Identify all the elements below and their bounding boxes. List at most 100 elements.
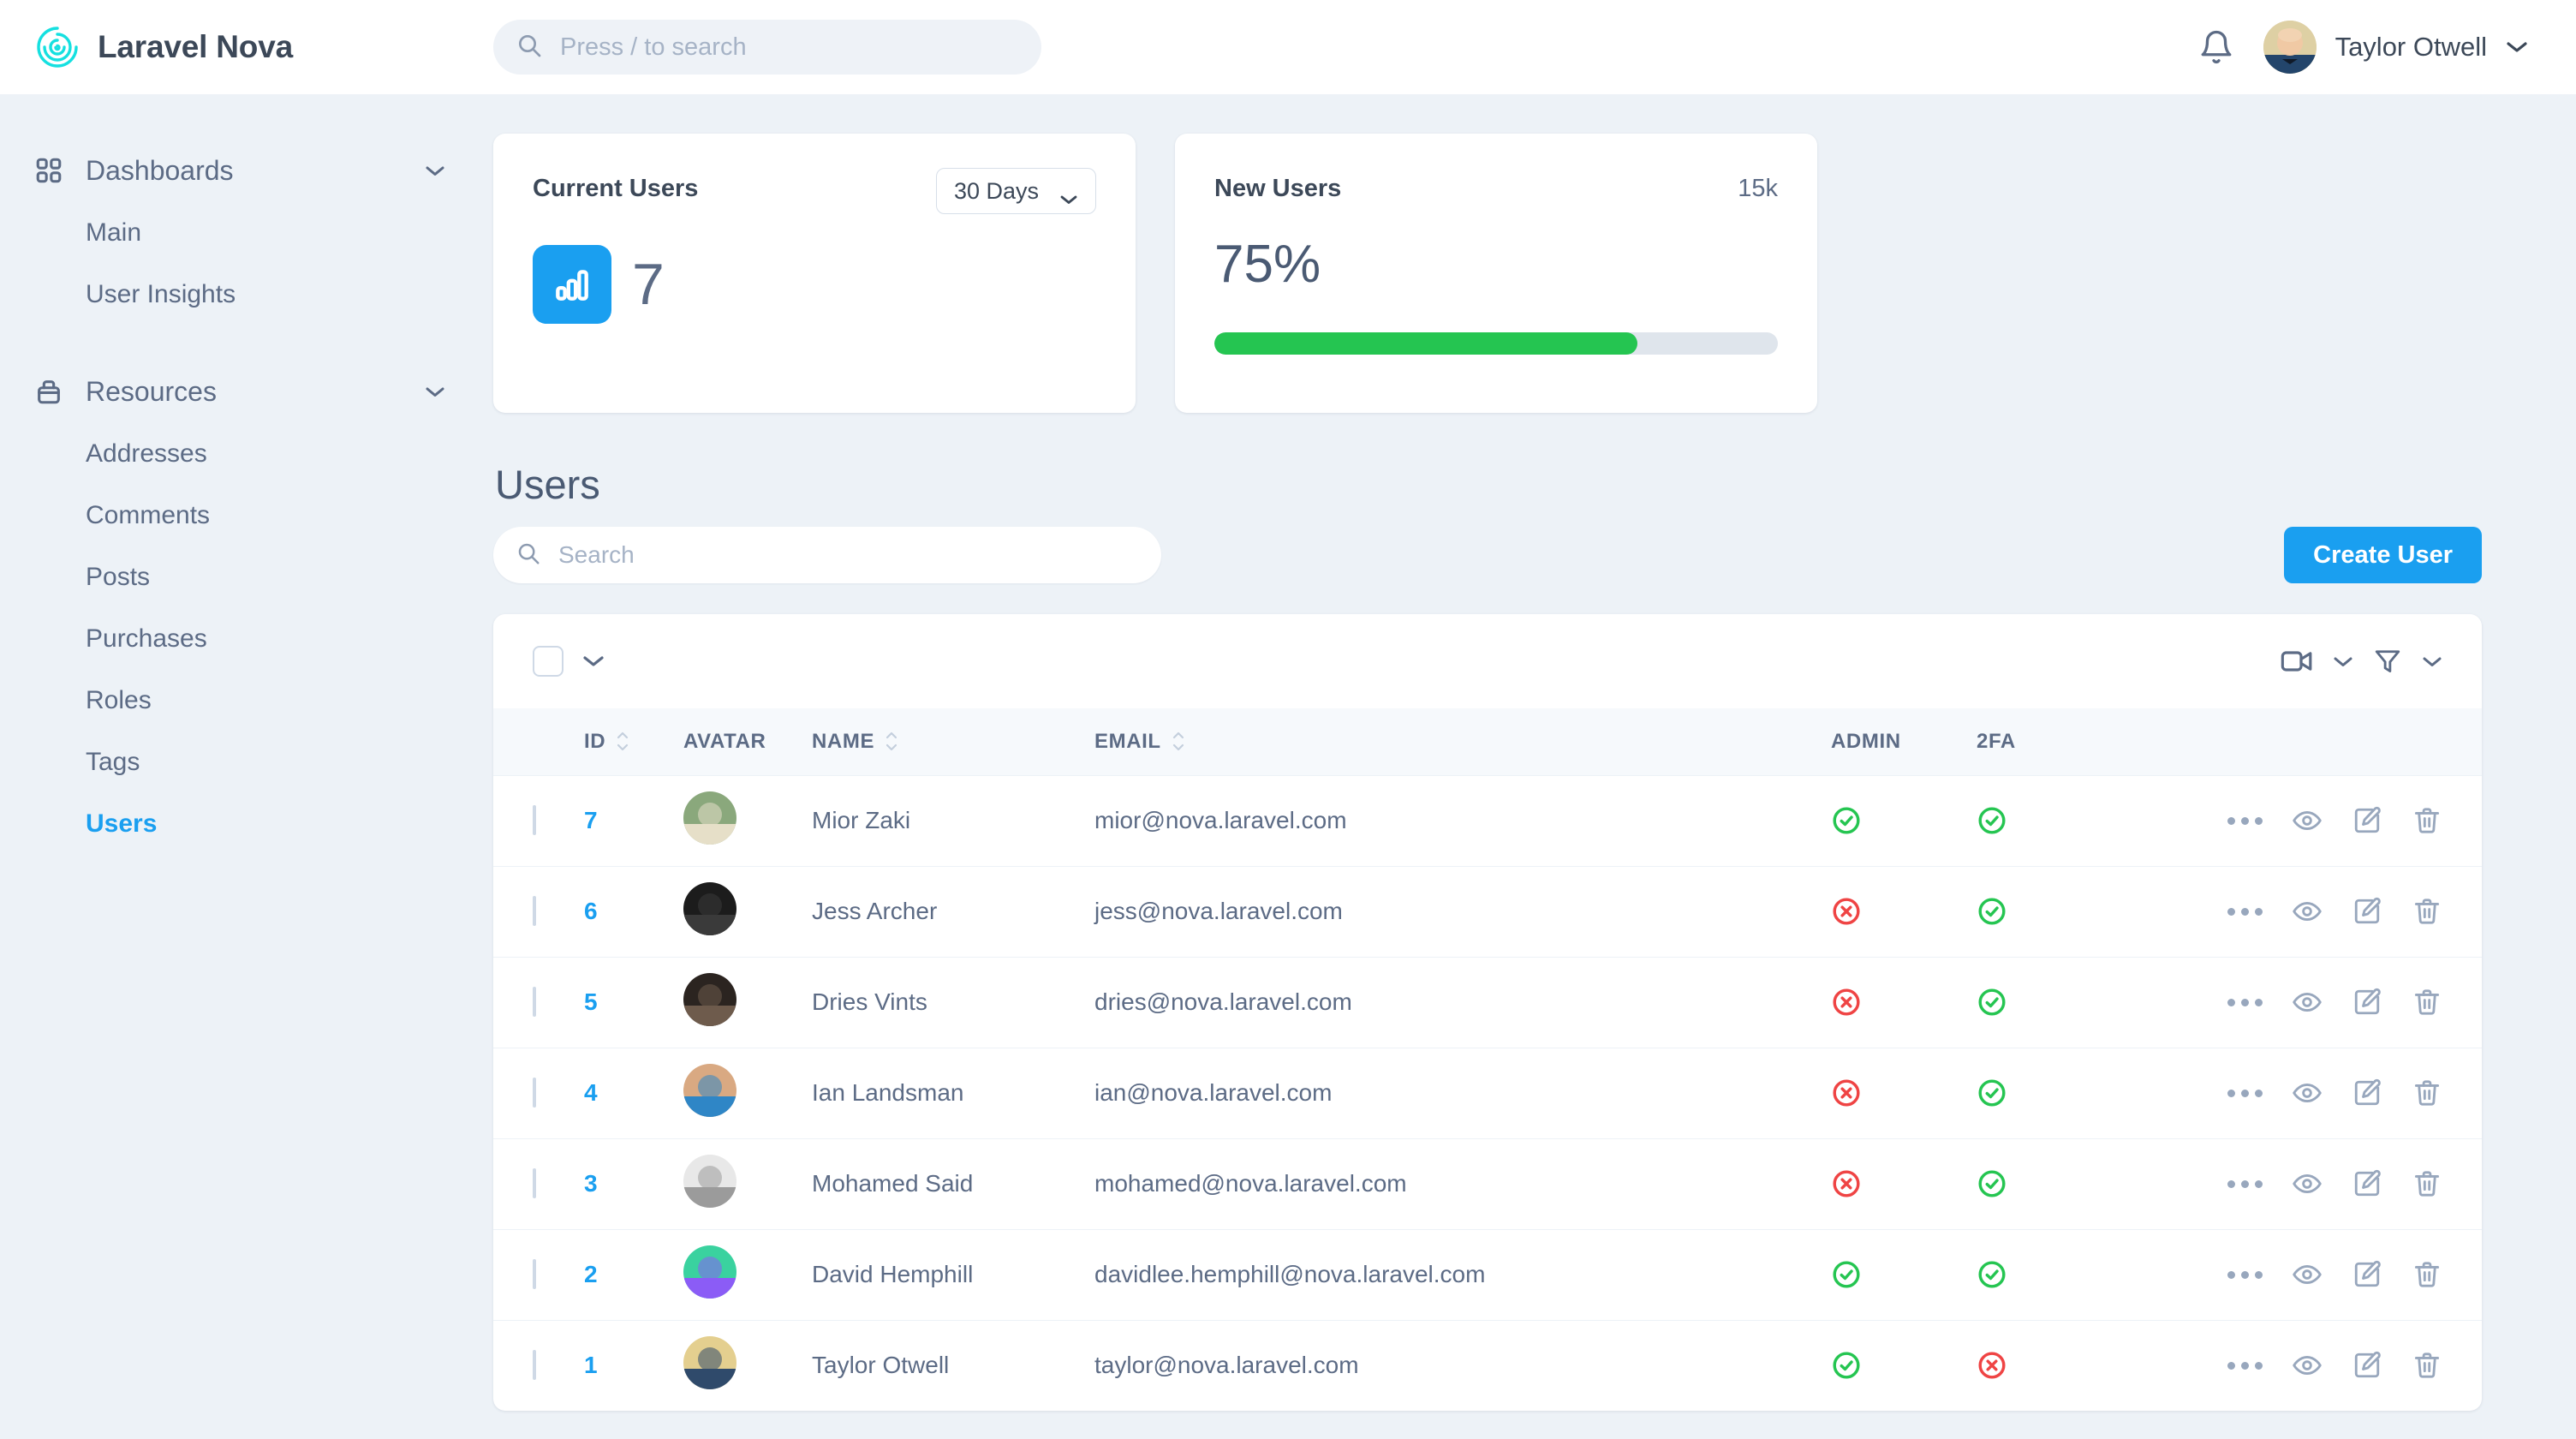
row-checkbox-cell <box>493 775 584 866</box>
ellipsis-icon[interactable] <box>2227 908 2263 916</box>
row-id-link[interactable]: 7 <box>584 807 598 833</box>
pencil-edit-icon[interactable] <box>2352 987 2382 1018</box>
table-row[interactable]: 4Ian Landsmanian@nova.laravel.com <box>493 1048 2482 1138</box>
cell-2fa <box>1977 957 2148 1048</box>
row-actions <box>2148 1259 2482 1290</box>
pencil-edit-icon[interactable] <box>2352 805 2382 836</box>
admin-status-icon <box>1831 896 1977 927</box>
row-checkbox[interactable] <box>533 987 536 1017</box>
cell-avatar <box>683 957 812 1048</box>
row-actions <box>2148 1078 2482 1108</box>
trash-icon[interactable] <box>2412 896 2442 927</box>
search-icon <box>516 32 543 63</box>
trash-icon[interactable] <box>2412 805 2442 836</box>
row-id-link[interactable]: 5 <box>584 988 598 1015</box>
search-placeholder: Search <box>558 541 635 569</box>
row-checkbox[interactable] <box>533 896 536 926</box>
row-id-link[interactable]: 1 <box>584 1352 598 1378</box>
user-menu[interactable]: Taylor Otwell <box>2263 21 2528 74</box>
select-all-checkbox[interactable] <box>533 646 564 677</box>
column-header-id[interactable]: ID <box>584 708 683 775</box>
column-header-email[interactable]: EMAIL <box>1094 708 1831 775</box>
sidebar-item-main[interactable]: Main <box>0 202 493 264</box>
row-id-link[interactable]: 6 <box>584 898 598 924</box>
eye-icon[interactable] <box>2292 896 2323 927</box>
sidebar-item-users[interactable]: Users <box>0 793 493 855</box>
row-checkbox-cell <box>493 866 584 957</box>
sidebar-item-addresses[interactable]: Addresses <box>0 423 493 485</box>
cell-id: 1 <box>584 1320 683 1411</box>
row-checkbox[interactable] <box>533 1168 536 1198</box>
trash-icon[interactable] <box>2412 1078 2442 1108</box>
pencil-edit-icon[interactable] <box>2352 1259 2382 1290</box>
row-checkbox[interactable] <box>533 1350 536 1380</box>
trash-icon[interactable] <box>2412 987 2442 1018</box>
sidebar-item-tags[interactable]: Tags <box>0 731 493 793</box>
chevron-down-icon[interactable] <box>582 654 605 668</box>
twofa-status-icon <box>1977 1168 2148 1199</box>
table-row[interactable]: 5Dries Vintsdries@nova.laravel.com <box>493 957 2482 1048</box>
sidebar-item-posts[interactable]: Posts <box>0 546 493 608</box>
eye-icon[interactable] <box>2292 805 2323 836</box>
pencil-edit-icon[interactable] <box>2352 1078 2382 1108</box>
eye-icon[interactable] <box>2292 1259 2323 1290</box>
table-row[interactable]: 6Jess Archerjess@nova.laravel.com <box>493 866 2482 957</box>
metric-value: 7 <box>632 255 665 313</box>
eye-icon[interactable] <box>2292 987 2323 1018</box>
global-search-input[interactable]: Press / to search <box>493 20 1041 75</box>
pencil-edit-icon[interactable] <box>2352 896 2382 927</box>
sidebar-item-purchases[interactable]: Purchases <box>0 608 493 670</box>
video-camera-icon[interactable] <box>2280 648 2314 674</box>
row-id-link[interactable]: 4 <box>584 1079 598 1106</box>
chevron-down-icon <box>425 164 445 177</box>
bell-icon[interactable] <box>2198 28 2234 66</box>
row-checkbox[interactable] <box>533 1078 536 1108</box>
metric-value-row: 7 <box>533 245 1096 324</box>
cell-admin <box>1831 866 1977 957</box>
sidebar-item-roles[interactable]: Roles <box>0 670 493 731</box>
search-input[interactable]: Search <box>493 527 1161 583</box>
sidebar-group-dashboards[interactable]: Dashboards <box>0 139 493 202</box>
cell-name: Jess Archer <box>812 866 1094 957</box>
eye-icon[interactable] <box>2292 1078 2323 1108</box>
ellipsis-icon[interactable] <box>2227 1362 2263 1370</box>
row-checkbox[interactable] <box>533 1259 536 1289</box>
column-label: ID <box>584 730 605 754</box>
ellipsis-icon[interactable] <box>2227 1271 2263 1279</box>
create-user-button[interactable]: Create User <box>2284 527 2482 583</box>
sidebar-group-resources[interactable]: Resources <box>0 360 493 423</box>
trash-icon[interactable] <box>2412 1350 2442 1381</box>
row-checkbox-cell <box>493 957 584 1048</box>
trash-icon[interactable] <box>2412 1259 2442 1290</box>
table-row[interactable]: 3Mohamed Saidmohamed@nova.laravel.com <box>493 1138 2482 1229</box>
chevron-down-icon[interactable] <box>2422 655 2442 668</box>
ellipsis-icon[interactable] <box>2227 999 2263 1006</box>
filter-funnel-icon[interactable] <box>2372 646 2403 677</box>
ellipsis-icon[interactable] <box>2227 1180 2263 1188</box>
chevron-down-icon[interactable] <box>2333 655 2353 668</box>
column-header-name[interactable]: NAME <box>812 708 1094 775</box>
row-checkbox[interactable] <box>533 805 536 835</box>
user-name: Taylor Otwell <box>2335 32 2487 63</box>
brand[interactable]: Laravel Nova <box>0 24 493 70</box>
eye-icon[interactable] <box>2292 1168 2323 1199</box>
bar-chart-icon <box>533 245 611 324</box>
ellipsis-icon[interactable] <box>2227 1090 2263 1097</box>
eye-icon[interactable] <box>2292 1350 2323 1381</box>
sidebar-item-user-insights[interactable]: User Insights <box>0 264 493 325</box>
cell-id: 6 <box>584 866 683 957</box>
ellipsis-icon[interactable] <box>2227 817 2263 825</box>
cell-2fa <box>1977 775 2148 866</box>
sidebar-item-comments[interactable]: Comments <box>0 485 493 546</box>
header-checkbox-cell <box>493 708 584 775</box>
row-id-link[interactable]: 2 <box>584 1261 598 1287</box>
table-row[interactable]: 1Taylor Otwelltaylor@nova.laravel.com <box>493 1320 2482 1411</box>
twofa-status-icon <box>1977 1078 2148 1108</box>
table-row[interactable]: 2David Hemphilldavidlee.hemphill@nova.la… <box>493 1229 2482 1320</box>
pencil-edit-icon[interactable] <box>2352 1350 2382 1381</box>
row-id-link[interactable]: 3 <box>584 1170 598 1197</box>
trash-icon[interactable] <box>2412 1168 2442 1199</box>
table-row[interactable]: 7Mior Zakimior@nova.laravel.com <box>493 775 2482 866</box>
range-select[interactable]: 30 Days <box>936 168 1096 214</box>
pencil-edit-icon[interactable] <box>2352 1168 2382 1199</box>
